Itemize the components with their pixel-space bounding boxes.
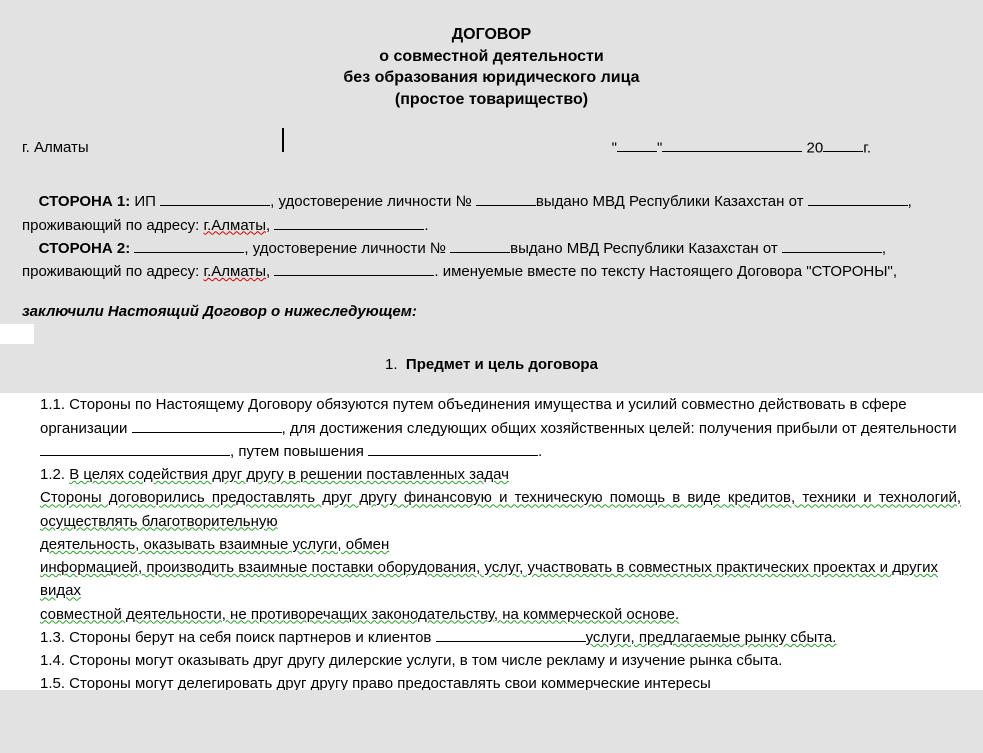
comma-1: , <box>266 217 274 234</box>
white-gap <box>0 324 34 344</box>
text-cursor <box>282 128 284 152</box>
party1-label: СТОРОНА 1: <box>39 193 131 210</box>
c1-1-blank1 <box>132 417 282 432</box>
city-wavy-1: г.Алматы <box>203 217 266 234</box>
clause-1-2-l4: информацией, производить взаимные постав… <box>40 556 961 603</box>
c1-1c: , путем повышения <box>230 443 368 460</box>
day-blank <box>617 137 657 152</box>
comma-2: , <box>266 263 274 280</box>
c1-3b: услуги, предлагаемые рынку сбыта. <box>586 629 837 646</box>
section-num: 1. <box>385 356 398 373</box>
c1-3-blank <box>436 627 586 642</box>
clause-1-4: 1.4. Стороны могут оказывать друг другу … <box>40 649 961 672</box>
title-line-3: без образования юридического лица <box>22 67 961 89</box>
c1-2f: совместной деятельности, не противоречащ… <box>40 606 679 623</box>
title-line-4: (простое товарищество) <box>22 89 961 111</box>
clause-1-5-cut: 1.5. Стороны могут делегировать друг дру… <box>40 672 961 690</box>
party2-label: СТОРОНА 2: <box>39 240 131 257</box>
c1-2e: информацией, производить взаимные постав… <box>40 559 938 599</box>
c1-2b: В целях содействия друг другу в решении … <box>69 466 509 483</box>
p1-date-blank <box>808 191 908 206</box>
title-line-2: о совместной деятельности <box>22 46 961 68</box>
parties-block: СТОРОНА 1: ИП , удостоверение личности №… <box>22 190 961 283</box>
city-wavy-2: г.Алматы <box>203 263 266 280</box>
p1-addr-blank <box>274 214 424 229</box>
year-blank <box>823 137 863 152</box>
clause-1-2-l1: 1.2. В целях содействия друг другу в реш… <box>40 463 961 486</box>
c1-3a: 1.3. Стороны берут на себя поиск партнер… <box>40 629 436 646</box>
vydano-label-2: выдано МВД Республики Казахстан от <box>510 240 782 257</box>
year-suffix: г. <box>863 139 871 156</box>
city-date-row: г. Алматы "" 20г. <box>22 128 961 156</box>
c1-2a: 1.2. <box>40 466 69 483</box>
month-blank <box>662 137 802 152</box>
section-title: Предмет и цель договора <box>406 356 598 373</box>
p1-name-blank <box>160 191 270 206</box>
c1-1-blank2 <box>40 441 230 456</box>
body-text: 1.1. Стороны по Настоящему Договору обяз… <box>0 393 983 690</box>
ip-label: ИП <box>130 193 160 210</box>
clause-1-2-l2: Стороны договорились предоставлять друг … <box>40 486 961 533</box>
c1-1b: , для достижения следующих общих хозяйст… <box>282 420 957 437</box>
title-block: ДОГОВОР о совместной деятельности без об… <box>22 24 961 110</box>
named-together: именуемые вместе по тексту Настоящего До… <box>439 263 897 280</box>
date-fields: "" 20г. <box>612 137 961 156</box>
p2-idnum-blank <box>450 238 510 253</box>
clause-1-1: 1.1. Стороны по Настоящему Договору обяз… <box>40 393 961 463</box>
c1-2c: Стороны договорились предоставлять друг … <box>40 489 961 529</box>
concluded-line: заключили Настоящий Договор о нижеследую… <box>22 303 961 320</box>
c1-2d: деятельность, оказывать взаимные услуги,… <box>40 536 389 553</box>
p2-name-blank <box>134 238 244 253</box>
c1-1d: . <box>538 443 542 460</box>
p1-idnum-blank <box>476 191 536 206</box>
document-page: ДОГОВОР о совместной деятельности без об… <box>0 0 983 753</box>
dot-1: . <box>424 217 428 234</box>
body-white-block: 1.1. Стороны по Настоящему Договору обяз… <box>0 393 983 690</box>
clause-1-3: 1.3. Стороны берут на себя поиск партнер… <box>40 626 961 649</box>
clause-1-2-l3: деятельность, оказывать взаимные услуги,… <box>40 533 961 556</box>
p2-date-blank <box>782 238 882 253</box>
title-line-1: ДОГОВОР <box>22 24 961 46</box>
udost-label: , удостоверение личности № <box>270 193 476 210</box>
city-label: г. Алматы <box>22 139 280 156</box>
vydano-label: выдано МВД Республики Казахстан от <box>536 193 808 210</box>
section-1-heading: 1. Предмет и цель договора <box>22 356 961 373</box>
p2-addr-blank <box>274 261 434 276</box>
year-prefix: 20 <box>802 139 823 156</box>
udost-label-2: , удостоверение личности № <box>244 240 450 257</box>
c1-1-blank3 <box>368 441 538 456</box>
clause-1-2-l5: совместной деятельности, не противоречащ… <box>40 603 961 626</box>
